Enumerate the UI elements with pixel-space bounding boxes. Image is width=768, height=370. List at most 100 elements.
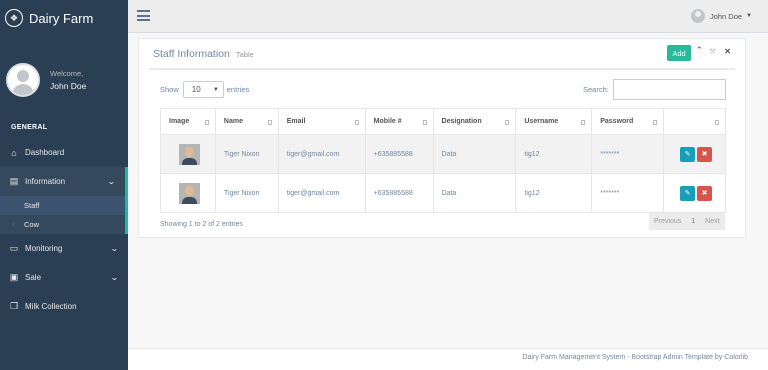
column-header-actions: [663, 108, 726, 135]
sidebar-item-information[interactable]: ▤ Information ⌄: [0, 167, 128, 196]
sidebar-item-dashboard[interactable]: ⌂ Dashboard: [0, 138, 128, 167]
column-header-mobile[interactable]: Mobile #: [364, 108, 434, 135]
trash-icon: ✖: [701, 151, 708, 158]
sidebar-subitem-cow[interactable]: Cow: [0, 215, 125, 234]
email-cell: tiger@gmail.com: [277, 173, 366, 213]
chevron-down-icon: ⌄: [110, 244, 120, 253]
entries-select[interactable]: 10 ▼: [182, 81, 224, 98]
add-button[interactable]: Add: [667, 45, 691, 61]
sidebar-item-label: Dashboard: [25, 148, 65, 157]
footer: Dairy Farm Management System - Bootstrap…: [128, 348, 768, 370]
cart-icon: ❐: [9, 301, 19, 311]
edit-button[interactable]: ✎: [680, 185, 696, 201]
photo-cell: [160, 173, 216, 213]
chevron-up-icon[interactable]: ⌃: [695, 45, 703, 56]
paw-icon: ❖: [5, 9, 23, 27]
email-cell: tiger@gmail.com: [277, 134, 366, 174]
mobile-cell: +635885588: [364, 134, 434, 174]
table-row: Tiger Nixon tiger@gmail.com +635885588 D…: [160, 134, 726, 174]
pagination: Previous 1 Next: [649, 213, 725, 230]
delete-button[interactable]: ✖: [697, 185, 713, 201]
name-cell: Tiger Nixon: [214, 134, 279, 174]
sort-icon: [422, 120, 427, 125]
entries-label: entries: [226, 85, 250, 94]
user-name: John Doe: [709, 11, 743, 21]
sort-icon: [581, 120, 586, 125]
previous-button[interactable]: Previous: [649, 218, 686, 225]
showing-entries-text: Showing 1 to 2 of 2 entries: [160, 221, 243, 228]
profile-name: John Doe: [50, 81, 87, 91]
user-menu[interactable]: John Doe ▼: [690, 9, 752, 23]
section-title: GENERAL: [11, 124, 48, 131]
staff-photo: [179, 182, 200, 204]
photo-cell: [160, 134, 216, 174]
brand-name: Dairy Farm: [29, 10, 94, 26]
staff-table: Image Name Email Mobile # Designation Us…: [160, 108, 726, 213]
staff-photo: [179, 143, 200, 165]
mobile-cell: +635885588: [364, 173, 434, 213]
pencil-icon: ✎: [684, 190, 691, 197]
column-header-password[interactable]: Password: [591, 108, 665, 135]
show-entries: Show 10 ▼ entries: [160, 81, 249, 98]
chevron-down-icon: ▼: [212, 86, 219, 93]
sort-icon: [354, 120, 359, 125]
search-input[interactable]: [613, 79, 726, 100]
column-header-email[interactable]: Email: [277, 108, 366, 135]
search-label: Search:: [583, 85, 609, 94]
desktop-icon: ▭: [9, 243, 19, 253]
sidebar-item-milk-collection[interactable]: ❐ Milk Collection: [0, 292, 128, 321]
top-nav: John Doe ▼: [128, 0, 768, 33]
panel-subtitle: Table: [235, 50, 254, 59]
panel-title: Staff Information Table: [153, 48, 254, 60]
panel-title-text: Staff Information: [153, 48, 230, 60]
avatar: [6, 63, 40, 97]
name-cell: Tiger Nixon: [214, 173, 279, 213]
user-avatar: [690, 9, 705, 23]
sidebar-item-sale[interactable]: ▣ Sale ⌄: [0, 263, 128, 292]
password-cell: *******: [591, 134, 665, 174]
column-header-name[interactable]: Name: [214, 108, 279, 135]
trash-icon: ✖: [701, 190, 708, 197]
sidebar-item-label: Information: [25, 177, 66, 186]
sidebar-item-label: Sale: [25, 273, 42, 282]
profile: Welcome, John Doe: [0, 36, 128, 116]
footer-text: Dairy Farm Management System - Bootstrap…: [522, 354, 748, 361]
sidebar-item-label: Milk Collection: [25, 302, 77, 311]
sidebar-subitem-staff[interactable]: Staff: [0, 196, 125, 215]
sort-icon: [653, 120, 658, 125]
page-1-button[interactable]: 1: [686, 218, 700, 225]
welcome-text: Welcome,: [50, 69, 84, 78]
chevron-down-icon: ⌄: [107, 177, 117, 186]
information-submenu: Staff Cow: [0, 196, 128, 234]
wrench-icon[interactable]: ⚒: [709, 47, 716, 56]
delete-button[interactable]: ✖: [697, 146, 713, 162]
sort-icon: [204, 120, 209, 125]
caret-down-icon: ▼: [746, 13, 752, 19]
password-cell: *******: [591, 173, 665, 213]
panel-header: Staff Information Table Add ⌃ ⚒ ✕: [149, 39, 735, 70]
table-row: Tiger Nixon tiger@gmail.com +635885588 D…: [160, 173, 726, 213]
money-icon: ▣: [9, 272, 19, 282]
designation-cell: Data: [432, 134, 517, 174]
username-cell: tig12: [515, 173, 593, 213]
next-button[interactable]: Next: [700, 218, 724, 225]
actions-cell: ✎ ✖: [663, 173, 726, 213]
actions-cell: ✎ ✖: [663, 134, 726, 174]
username-cell: tig12: [515, 134, 593, 174]
designation-cell: Data: [432, 173, 517, 213]
sidebar-item-label: Monitoring: [25, 244, 63, 253]
brand[interactable]: ❖ Dairy Farm: [0, 0, 128, 36]
sort-icon: [267, 120, 272, 125]
show-label: Show: [160, 85, 179, 94]
close-icon[interactable]: ✕: [724, 47, 731, 56]
sort-icon: [505, 120, 510, 125]
menu-toggle-icon[interactable]: [137, 10, 150, 21]
edit-button[interactable]: ✎: [680, 146, 696, 162]
column-header-username[interactable]: Username: [515, 108, 593, 135]
chevron-down-icon: ⌄: [110, 273, 120, 282]
home-icon: ⌂: [11, 147, 17, 158]
column-header-image[interactable]: Image: [160, 108, 216, 135]
table-icon: ▤: [9, 176, 19, 186]
column-header-designation[interactable]: Designation: [432, 108, 517, 135]
sidebar-item-monitoring[interactable]: ▭ Monitoring ⌄: [0, 234, 128, 263]
